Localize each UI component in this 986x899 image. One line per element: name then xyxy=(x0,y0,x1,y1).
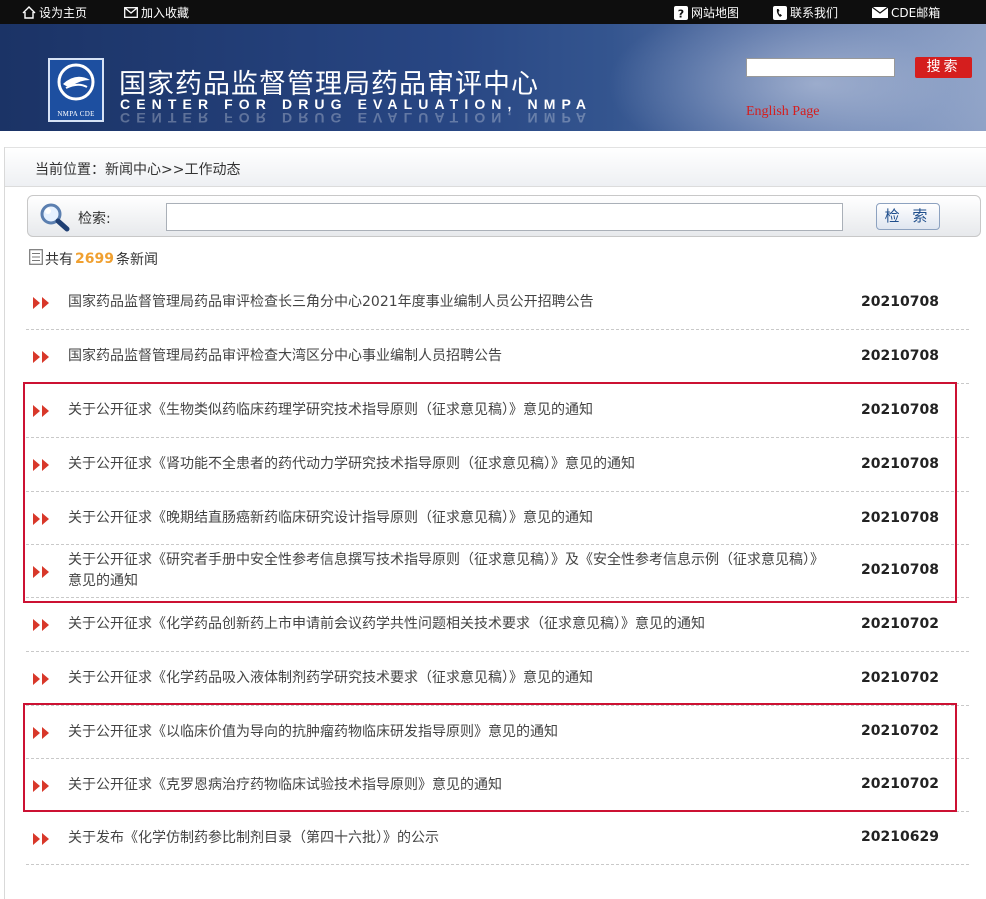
mail-envelope-icon xyxy=(124,7,138,18)
add-favorite-label: 加入收藏 xyxy=(141,6,190,20)
double-arrow-icon xyxy=(33,831,53,850)
logo-emblem-icon xyxy=(57,63,95,101)
list-icon xyxy=(29,249,43,269)
news-date: 20210702 xyxy=(861,616,939,632)
news-item[interactable]: 关于公开征求《化学药品吸入液体制剂药学研究技术要求（征求意见稿）》意见的通知 2… xyxy=(26,652,969,706)
news-search-button[interactable]: 检 索 xyxy=(876,203,940,230)
news-count-prefix: 共有 xyxy=(45,252,73,268)
news-title[interactable]: 关于公开征求《化学药品吸入液体制剂药学研究技术要求（征求意见稿）》意见的通知 xyxy=(68,668,828,689)
header-search-button[interactable]: 搜索 xyxy=(915,57,972,78)
set-home-label: 设为主页 xyxy=(39,6,88,20)
magnifier-icon xyxy=(38,202,72,236)
logo-caption: NMPA CDE xyxy=(57,110,95,118)
english-page-link[interactable]: English Page xyxy=(746,104,820,120)
news-date: 20210702 xyxy=(861,670,939,686)
breadcrumb: 当前位置：新闻中心>>工作动态 xyxy=(35,162,241,178)
set-home-link[interactable]: 设为主页 xyxy=(22,4,87,21)
cde-logo[interactable]: NMPA CDE xyxy=(48,58,104,122)
double-arrow-icon xyxy=(33,349,53,368)
envelope-icon xyxy=(872,7,888,18)
double-arrow-icon xyxy=(33,671,53,690)
double-arrow-icon xyxy=(33,295,53,314)
news-date: 20210708 xyxy=(861,294,939,310)
double-arrow-icon xyxy=(33,617,53,636)
top-bar: 设为主页 加入收藏 ? 网站地图 联系我们 CDE邮箱 xyxy=(0,0,986,24)
news-title[interactable]: 国家药品监督管理局药品审评检查长三角分中心2021年度事业编制人员公开招聘公告 xyxy=(68,292,828,313)
header-search-input[interactable] xyxy=(746,58,895,77)
phone-icon xyxy=(773,5,787,20)
highlight-box xyxy=(23,703,957,812)
news-date: 20210629 xyxy=(861,829,939,845)
add-favorite-link[interactable]: 加入收藏 xyxy=(124,4,189,21)
contact-link[interactable]: 联系我们 xyxy=(773,4,838,21)
news-count-number: 2699 xyxy=(75,251,114,267)
news-item[interactable]: 国家药品监督管理局药品审评检查大湾区分中心事业编制人员招聘公告 20210708 xyxy=(26,330,969,384)
news-search-input[interactable] xyxy=(166,203,843,231)
site-map-label: 网站地图 xyxy=(691,6,740,20)
search-label: 检索: xyxy=(78,211,111,227)
news-item[interactable]: 关于发布《化学仿制药参比制剂目录（第四十六批）》的公示 20210629 xyxy=(26,812,969,865)
news-title[interactable]: 关于发布《化学仿制药参比制剂目录（第四十六批）》的公示 xyxy=(68,828,828,849)
news-count-suffix: 条新闻 xyxy=(115,252,158,268)
cde-mail-label: CDE邮箱 xyxy=(891,6,941,20)
news-search-bar: 检索: 检 索 xyxy=(27,195,981,237)
home-icon xyxy=(22,6,36,19)
news-item[interactable]: 国家药品监督管理局药品审评检查长三角分中心2021年度事业编制人员公开招聘公告 … xyxy=(26,276,969,330)
news-title[interactable]: 国家药品监督管理局药品审评检查大湾区分中心事业编制人员招聘公告 xyxy=(68,346,828,367)
news-title[interactable]: 关于公开征求《化学药品创新药上市申请前会议药学共性问题相关技术要求（征求意见稿）… xyxy=(68,614,828,635)
news-date: 20210708 xyxy=(861,348,939,364)
cde-mail-link[interactable]: CDE邮箱 xyxy=(872,4,940,21)
highlight-box xyxy=(23,382,957,603)
header-banner: NMPA CDE 国家药品监督管理局药品审评中心 CENTER FOR DRUG… xyxy=(0,24,986,131)
help-icon: ? xyxy=(674,5,688,20)
contact-label: 联系我们 xyxy=(790,6,839,20)
site-subtitle-reflection: CENTER FOR DRUG EVALUATION, NMPA xyxy=(120,110,593,126)
site-map-link[interactable]: ? 网站地图 xyxy=(674,4,739,21)
svg-text:?: ? xyxy=(678,7,684,20)
news-count: 共有 2699 条新闻 xyxy=(29,249,158,269)
news-item[interactable]: 关于公开征求《化学药品创新药上市申请前会议药学共性问题相关技术要求（征求意见稿）… xyxy=(26,598,969,652)
breadcrumb-bar: 当前位置：新闻中心>>工作动态 xyxy=(5,147,986,187)
